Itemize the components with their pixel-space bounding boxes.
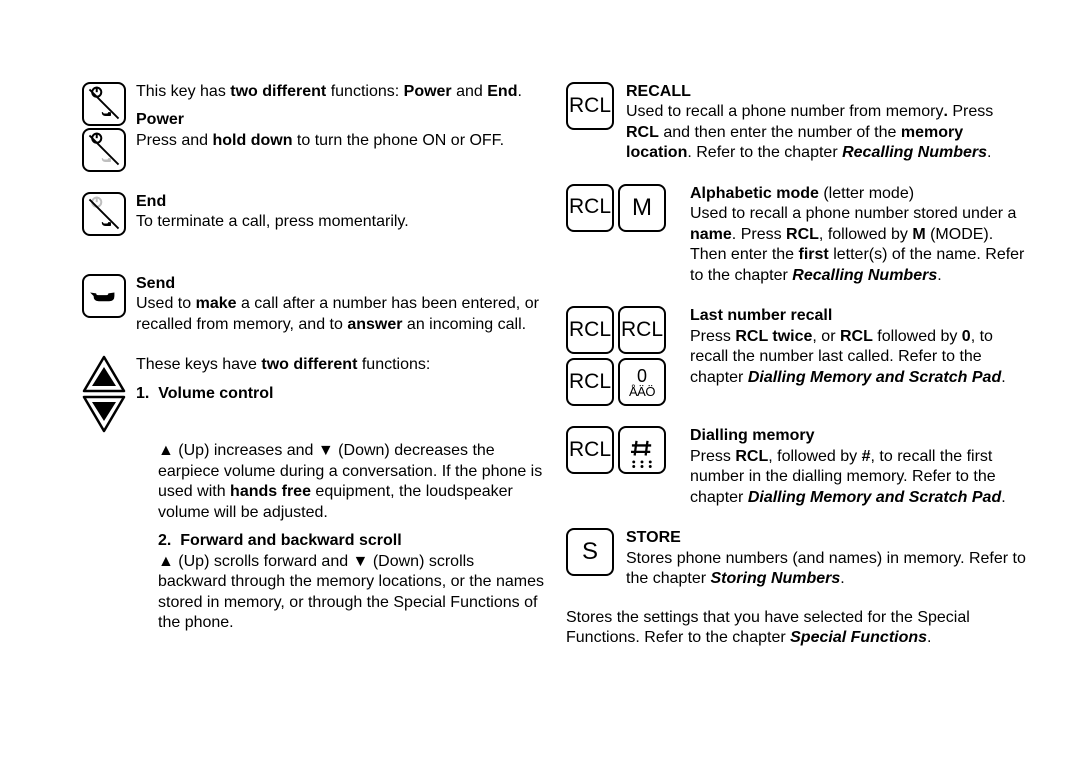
power-key-icon bbox=[82, 128, 126, 172]
end-title: End bbox=[136, 192, 546, 212]
end-key-icon bbox=[82, 192, 126, 236]
up-triangle-icon bbox=[82, 355, 126, 393]
right-column: RCL RECALL Used to recall a phone number… bbox=[566, 82, 1030, 648]
entry-send: Send Used to make a call after a number … bbox=[82, 274, 546, 335]
send-key-icon bbox=[82, 274, 126, 318]
entry-end: End To terminate a call, press momentari… bbox=[82, 192, 546, 236]
power-end-key-icon bbox=[82, 82, 126, 126]
s-key-icon: S bbox=[566, 528, 614, 576]
rcl-key-icon: RCL bbox=[566, 426, 614, 474]
entry-store: S STORE Stores phone numbers (and names)… bbox=[566, 528, 1030, 589]
power-end-intro: This key has two different functions: Po… bbox=[136, 82, 546, 102]
entry-recall: RCL RECALL Used to recall a phone number… bbox=[566, 82, 1030, 164]
volume-heading: 1. Volume control bbox=[136, 384, 546, 404]
entry-updown: These keys have two different functions:… bbox=[82, 355, 546, 433]
lastnum-title: Last number recall bbox=[690, 306, 1030, 326]
send-title: Send bbox=[136, 274, 546, 294]
dialmem-body: Press RCL, followed by #, to recall the … bbox=[690, 447, 1030, 508]
power-body: Press and hold down to turn the phone ON… bbox=[136, 131, 546, 151]
rcl-key-icon: RCL bbox=[566, 358, 614, 406]
volume-body: ▲ (Up) increases and ▼ (Down) decreases … bbox=[158, 441, 546, 523]
alpha-body: Used to recall a phone number stored und… bbox=[690, 204, 1030, 286]
rcl-key-icon: RCL bbox=[566, 82, 614, 130]
rcl-key-icon: RCL bbox=[566, 184, 614, 232]
alpha-heading: Alphabetic mode (letter mode) bbox=[690, 184, 1030, 204]
down-triangle-icon bbox=[82, 395, 126, 433]
scroll-heading: 2. Forward and backward scroll bbox=[158, 531, 546, 551]
zero-key-icon: 0 ÅÄÖ bbox=[618, 358, 666, 406]
entry-dialmem: RCL Dialling memory bbox=[566, 426, 1030, 508]
rcl-key-icon: RCL bbox=[618, 306, 666, 354]
hash-key-icon bbox=[618, 426, 666, 474]
rcl-key-icon: RCL bbox=[566, 306, 614, 354]
entry-lastnum: RCL RCL RCL 0 ÅÄÖ Last number recall Pre… bbox=[566, 306, 1030, 406]
lastnum-body: Press RCL twice, or RCL followed by 0, t… bbox=[690, 327, 1030, 388]
store-body: Stores phone numbers (and names) in memo… bbox=[626, 549, 1030, 590]
m-key-icon: M bbox=[618, 184, 666, 232]
store-final-body: Stores the settings that you have select… bbox=[566, 608, 1030, 649]
send-body: Used to make a call after a number has b… bbox=[136, 294, 546, 335]
entry-power-end: This key has two different functions: Po… bbox=[82, 82, 546, 172]
dialmem-title: Dialling memory bbox=[690, 426, 1030, 446]
twofunc-intro: These keys have two different functions: bbox=[136, 355, 546, 375]
power-title: Power bbox=[136, 110, 546, 130]
scroll-body: ▲ (Up) scrolls forward and ▼ (Down) scro… bbox=[158, 552, 546, 634]
manual-page: This key has two different functions: Po… bbox=[0, 0, 1080, 648]
end-body: To terminate a call, press momentarily. bbox=[136, 212, 546, 232]
entry-alpha: RCL M Alphabetic mode (letter mode) Used… bbox=[566, 184, 1030, 286]
left-column: This key has two different functions: Po… bbox=[82, 82, 546, 648]
store-title: STORE bbox=[626, 528, 1030, 548]
recall-body: Used to recall a phone number from memor… bbox=[626, 102, 1030, 163]
recall-title: RECALL bbox=[626, 82, 1030, 102]
